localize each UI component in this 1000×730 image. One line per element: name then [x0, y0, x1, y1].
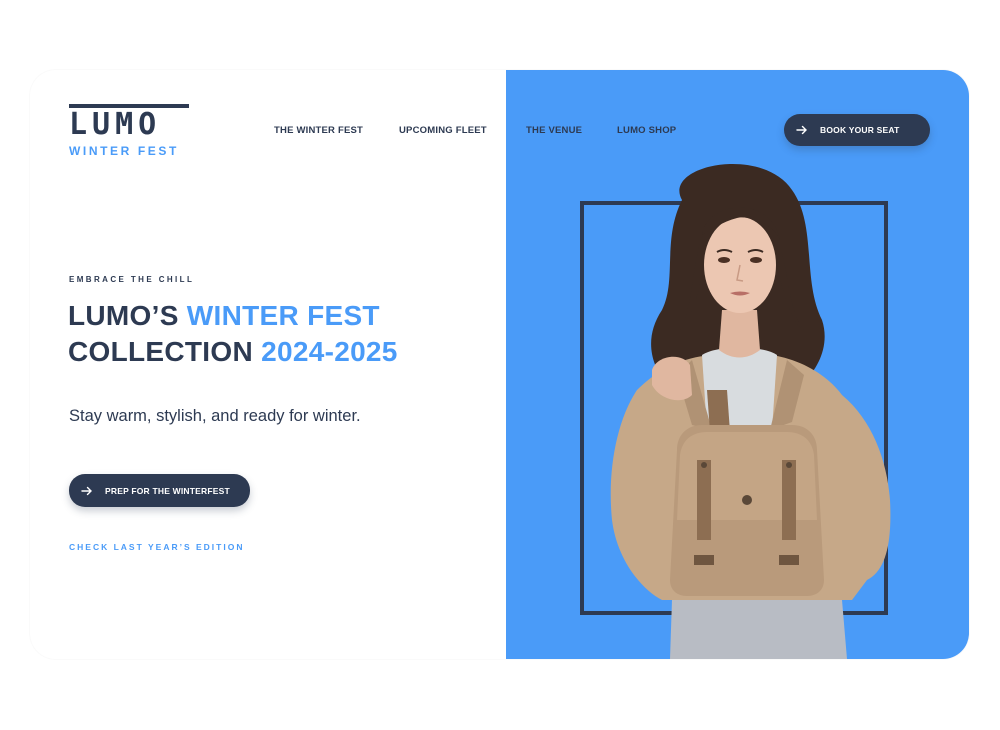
- hero-subtitle: Stay warm, stylish, and ready for winter…: [69, 407, 361, 425]
- page-title: LUMO’S WINTER FEST COLLECTION 2024-2025: [68, 298, 398, 370]
- nav-item-winter-fest[interactable]: THE WINTER FEST: [274, 125, 363, 136]
- nav-item-upcoming-fleet[interactable]: UPCOMING FLEET: [399, 125, 487, 136]
- nav-item-lumo-shop[interactable]: LUMO SHOP: [617, 125, 676, 136]
- book-seat-button[interactable]: BOOK YOUR SEAT: [784, 114, 930, 146]
- headline-line1-part1: LUMO’S: [68, 300, 187, 331]
- logo-wordmark: LUMO: [69, 107, 162, 142]
- hero-image-panel: [506, 70, 969, 659]
- book-seat-label: BOOK YOUR SEAT: [820, 125, 900, 135]
- headline-line2-part1: COLLECTION: [68, 336, 262, 367]
- headline-line2-accent: 2024-2025: [261, 336, 398, 367]
- prep-winterfest-button[interactable]: PREP FOR THE WINTERFEST: [69, 474, 250, 507]
- eyebrow-text: EMBRACE THE CHILL: [69, 275, 195, 284]
- logo-subtitle: WINTER FEST: [69, 144, 179, 158]
- headline-line1-accent: WINTER FEST: [186, 300, 380, 331]
- prep-winterfest-label: PREP FOR THE WINTERFEST: [105, 485, 230, 496]
- arrow-right-icon: [796, 125, 808, 135]
- model-photo: [610, 163, 891, 659]
- landing-card: LUMO WINTER FEST THE WINTER FEST UPCOMIN…: [30, 70, 969, 659]
- nav-item-venue[interactable]: THE VENUE: [526, 125, 582, 136]
- last-year-edition-link[interactable]: CHECK LAST YEAR’S EDITION: [69, 542, 244, 552]
- arrow-right-icon: [81, 486, 93, 496]
